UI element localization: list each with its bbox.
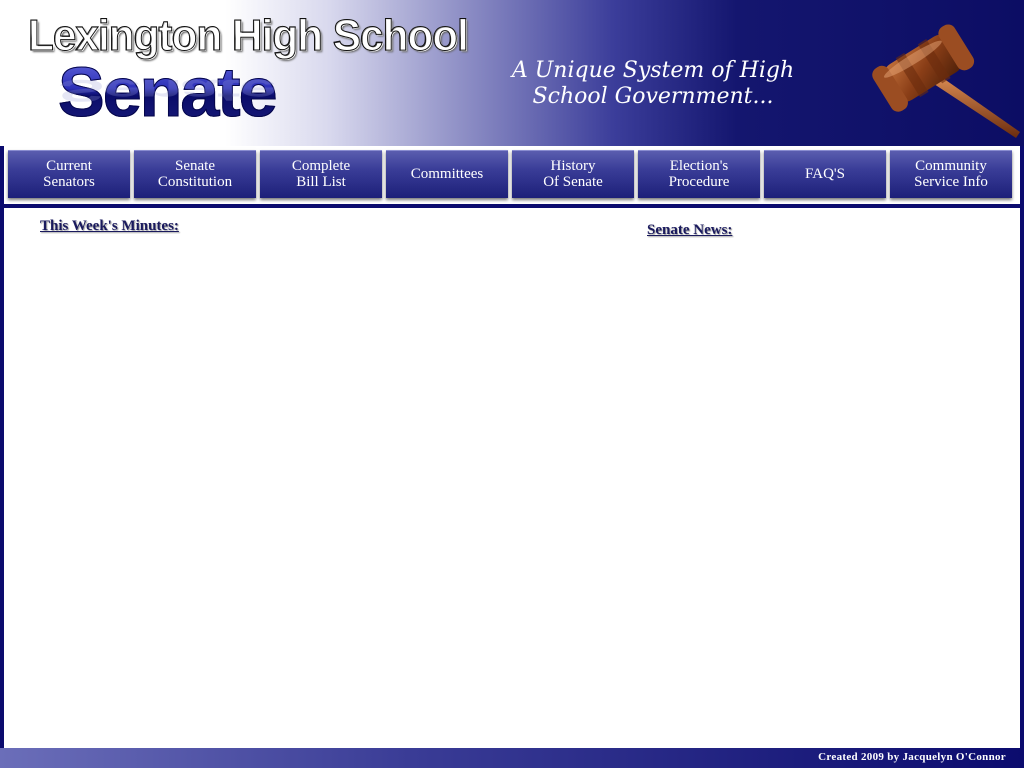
news-heading: Senate News:	[647, 222, 733, 238]
main-content: This Week's Minutes: Senate News:	[4, 206, 1020, 750]
nav-senate-constitution[interactable]: Senate Constitution	[134, 150, 256, 198]
nav-current-senators[interactable]: Current Senators	[8, 150, 130, 198]
minutes-heading: This Week's Minutes:	[40, 218, 179, 234]
nav-community-service-info[interactable]: Community Service Info	[890, 150, 1012, 198]
gavel-icon	[872, 24, 1020, 138]
site-tagline: A Unique System of High School Governmen…	[511, 58, 795, 109]
site-title: Senate	[58, 53, 279, 131]
site-header: Lexington High School Senate Senate A Un…	[0, 0, 1024, 146]
site-footer: Created 2009 by Jacquelyn O'Connor	[0, 748, 1024, 768]
nav-elections-procedure[interactable]: Election's Procedure	[638, 150, 760, 198]
main-navigation: Current Senators Senate Constitution Com…	[4, 146, 1020, 204]
nav-committees[interactable]: Committees	[386, 150, 508, 198]
nav-complete-bill-list[interactable]: Complete Bill List	[260, 150, 382, 198]
footer-credit: Created 2009 by Jacquelyn O'Connor	[818, 751, 1006, 763]
nav-faqs[interactable]: FAQ'S	[764, 150, 886, 198]
nav-history-of-senate[interactable]: History Of Senate	[512, 150, 634, 198]
